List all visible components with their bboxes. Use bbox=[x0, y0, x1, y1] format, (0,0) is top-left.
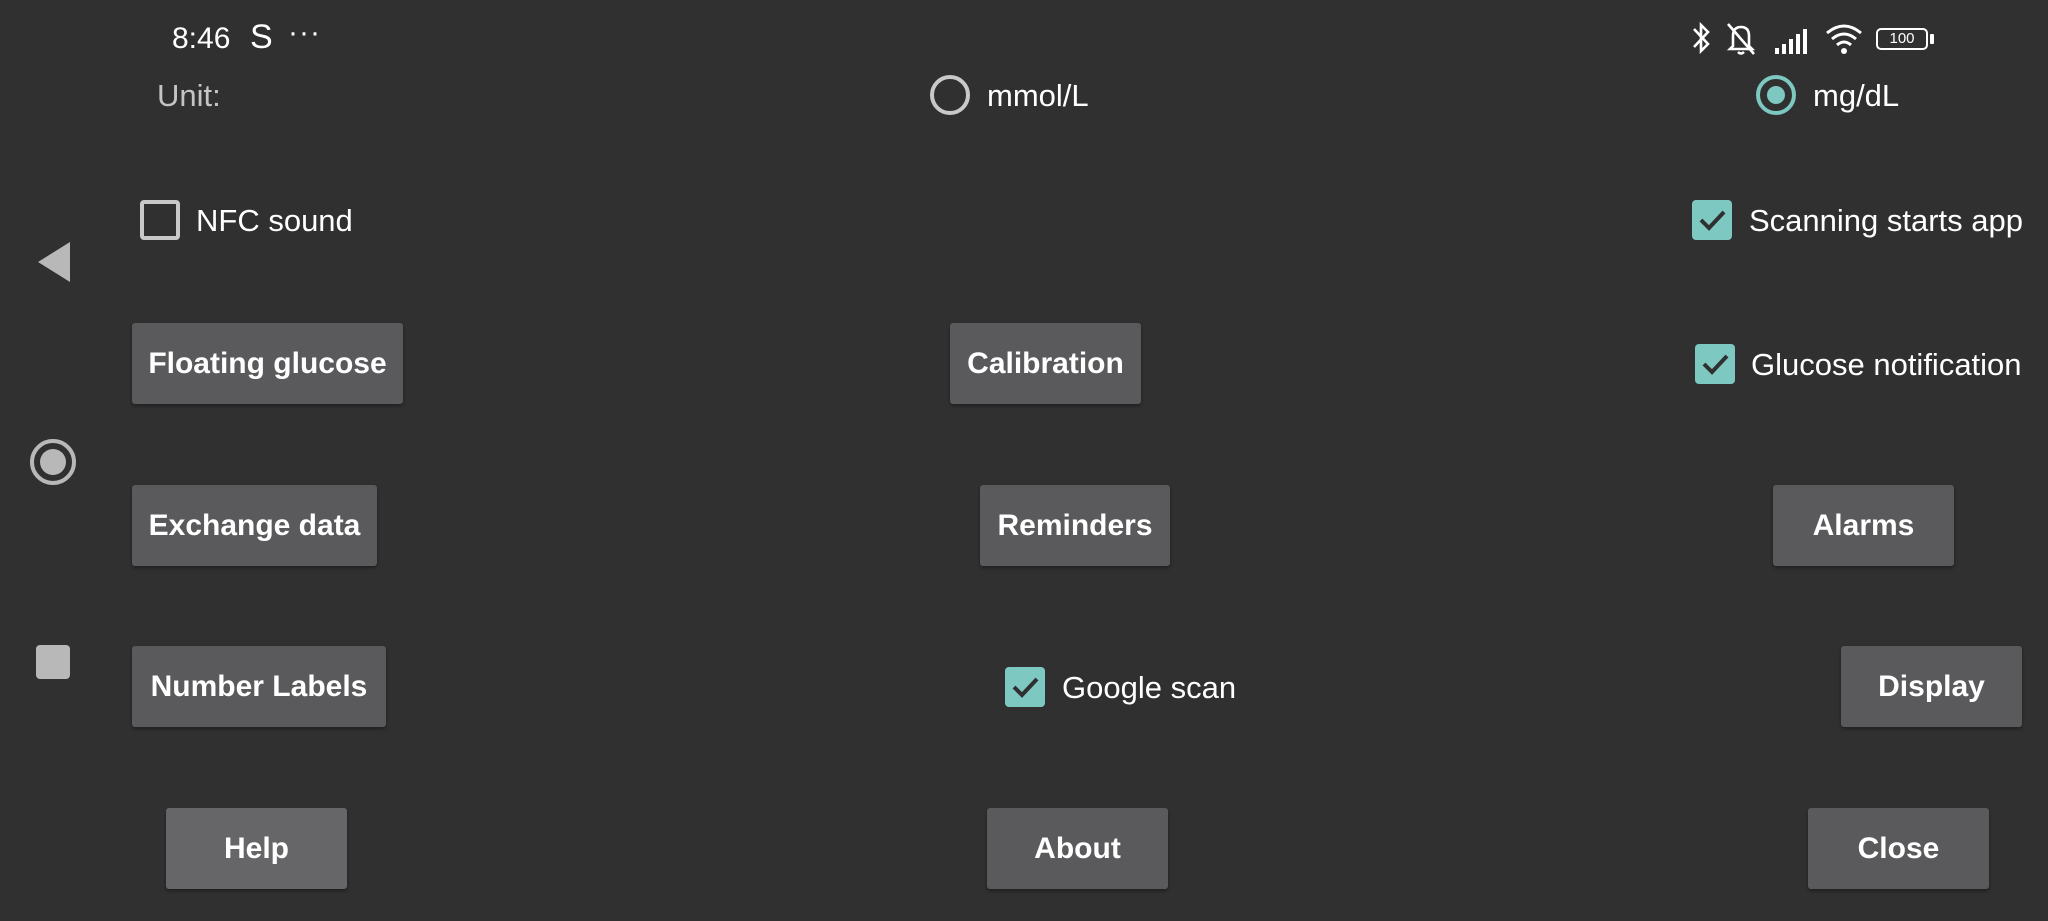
glucose-notification-label[interactable]: Glucose notification bbox=[1751, 347, 2022, 383]
reminders-button[interactable]: Reminders bbox=[980, 485, 1170, 566]
mmol-label[interactable]: mmol/L bbox=[987, 78, 1089, 114]
home-icon[interactable] bbox=[29, 438, 77, 486]
check-icon bbox=[1702, 354, 1729, 375]
silent-bell-icon bbox=[1726, 23, 1756, 55]
mgdl-radio[interactable] bbox=[1756, 75, 1796, 115]
back-icon[interactable] bbox=[36, 240, 72, 284]
more-notifications-icon: ··· bbox=[288, 16, 321, 49]
battery-level: 100 bbox=[1889, 30, 1915, 47]
alarms-button[interactable]: Alarms bbox=[1773, 485, 1954, 566]
google-scan-label[interactable]: Google scan bbox=[1062, 670, 1236, 706]
recents-icon[interactable] bbox=[36, 645, 70, 679]
exchange-data-button[interactable]: Exchange data bbox=[132, 485, 377, 566]
nfc-sound-checkbox[interactable] bbox=[140, 200, 180, 240]
calibration-button[interactable]: Calibration bbox=[950, 323, 1141, 404]
floating-glucose-button[interactable]: Floating glucose bbox=[132, 323, 403, 404]
close-button[interactable]: Close bbox=[1808, 808, 1989, 889]
check-icon bbox=[1012, 677, 1039, 698]
display-button[interactable]: Display bbox=[1841, 646, 2022, 727]
battery-icon: 100 bbox=[1876, 28, 1928, 50]
scanning-starts-app-label[interactable]: Scanning starts app bbox=[1749, 203, 2023, 239]
help-button[interactable]: Help bbox=[166, 808, 347, 889]
status-time: 8:46 bbox=[172, 22, 231, 55]
google-scan-checkbox[interactable] bbox=[1005, 667, 1045, 707]
glucose-notification-checkbox[interactable] bbox=[1695, 344, 1735, 384]
mmol-radio[interactable] bbox=[930, 75, 970, 115]
status-icons: 100 bbox=[1690, 18, 1940, 62]
number-labels-button[interactable]: Number Labels bbox=[132, 646, 386, 727]
about-button[interactable]: About bbox=[987, 808, 1168, 889]
wifi-icon bbox=[1826, 24, 1862, 54]
nfc-sound-label[interactable]: NFC sound bbox=[196, 203, 353, 239]
check-icon bbox=[1699, 210, 1726, 231]
unit-label: Unit: bbox=[157, 78, 221, 113]
mgdl-label[interactable]: mg/dL bbox=[1813, 78, 1899, 114]
bluetooth-icon bbox=[1693, 21, 1710, 55]
signal-icon bbox=[1775, 29, 1807, 54]
battery-tip bbox=[1930, 34, 1934, 44]
app-notification-icon: S bbox=[250, 18, 273, 56]
scanning-starts-app-checkbox[interactable] bbox=[1692, 200, 1732, 240]
